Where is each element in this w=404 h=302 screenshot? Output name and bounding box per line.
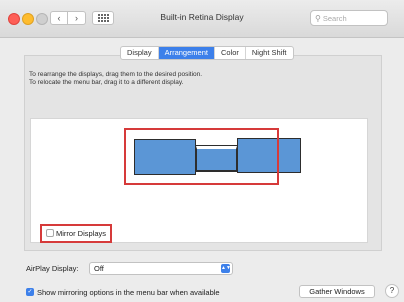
tab-color[interactable]: Color	[215, 47, 246, 59]
show-mirroring-checkbox[interactable]: ✓	[26, 288, 34, 296]
gather-windows-button[interactable]: Gather Windows	[299, 285, 375, 298]
tab-bar: Display Arrangement Color Night Shift	[120, 46, 294, 60]
show-mirroring-label: Show mirroring options in the menu bar w…	[37, 288, 220, 297]
checkmark-icon: ✓	[27, 289, 33, 295]
select-arrows-icon: ▲▼	[221, 264, 231, 273]
search-icon: ⚲	[315, 13, 321, 23]
mirror-displays-checkbox[interactable]	[46, 229, 54, 237]
airplay-display-select[interactable]: Off ▲▼	[89, 262, 233, 275]
instruction-menu-bar: To relocate the menu bar, drag it to a d…	[29, 79, 184, 86]
search-placeholder: Search	[322, 13, 347, 23]
tab-arrangement[interactable]: Arrangement	[158, 47, 215, 59]
mirror-displays-label: Mirror Displays	[56, 229, 107, 238]
search-field[interactable]: ⚲ Search	[310, 10, 388, 26]
displays-highlight-box	[124, 128, 279, 185]
help-button[interactable]: ?	[385, 284, 399, 298]
airplay-value: Off	[94, 264, 104, 273]
instruction-rearrange: To rearrange the displays, drag them to …	[29, 71, 203, 78]
tab-night-shift[interactable]: Night Shift	[246, 47, 293, 59]
airplay-label: AirPlay Display:	[26, 264, 79, 273]
tab-display[interactable]: Display	[121, 47, 159, 59]
title-bar: ‹ › Built-in Retina Display ⚲ Search	[0, 0, 404, 38]
